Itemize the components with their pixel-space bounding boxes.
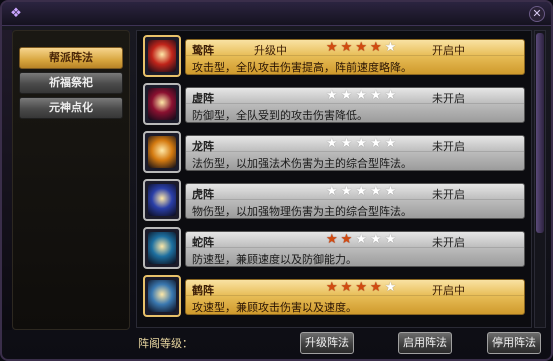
star-icon: ★ <box>369 280 385 295</box>
star-icon: ★ <box>384 184 400 199</box>
formation-name: 虚阵 <box>192 92 214 105</box>
formation-state: 未开启 <box>432 188 465 201</box>
formation-bar[interactable]: 蛇阵 ★★★★★ 未开启 防速型，兼顾速度以及防御能力。 <box>185 231 525 267</box>
disable-formation-button[interactable]: 停用阵法 <box>487 332 541 354</box>
formation-bar[interactable]: 鸷阵 升级中 ★★★★★ 开启中 攻击型，全队攻击伤害提高，阵前速度略降。 <box>185 39 525 75</box>
formation-row[interactable]: 蛇阵 ★★★★★ 未开启 防速型，兼顾速度以及防御能力。 <box>141 227 529 271</box>
star-icon: ★ <box>326 184 341 199</box>
star-rating: ★★★★★ <box>326 185 399 199</box>
demon-icon[interactable] <box>143 83 181 125</box>
fire-bird-icon[interactable] <box>143 35 181 77</box>
formation-row[interactable]: 龙阵 ★★★★★ 未开启 法伤型，以加强法术伤害为主的综合型阵法。 <box>141 131 529 175</box>
star-icon: ★ <box>384 136 400 151</box>
formation-state: 开启中 <box>432 284 465 297</box>
star-icon: ★ <box>340 280 356 295</box>
star-icon: ★ <box>369 88 385 103</box>
formation-emblem <box>148 280 176 312</box>
sidebar-item-spirit[interactable]: 元神点化 <box>19 97 123 119</box>
formation-row[interactable]: 鹤阵 ★★★★★ 开启中 攻速型，兼顾攻击伤害以及速度。 <box>141 275 529 319</box>
formation-name: 鹤阵 <box>192 284 214 297</box>
formation-description: 攻击型，全队攻击伤害提高，阵前速度略降。 <box>192 61 412 74</box>
close-button[interactable]: ✕ <box>529 6 545 22</box>
formation-bar[interactable]: 虚阵 ★★★★★ 未开启 防御型，全队受到的攻击伤害降低。 <box>185 87 525 123</box>
star-icon: ★ <box>355 88 370 103</box>
star-icon: ★ <box>340 136 356 151</box>
formation-description: 防御型，全队受到的攻击伤害降低。 <box>192 109 368 122</box>
scrollbar[interactable] <box>534 30 546 328</box>
formation-level-label: 阵阁等级： <box>138 337 193 350</box>
sidebar-item-prayer[interactable]: 祈福祭祀 <box>19 72 123 94</box>
formation-state: 未开启 <box>432 140 465 153</box>
star-icon: ★ <box>384 40 400 55</box>
star-rating: ★★★★★ <box>326 41 399 55</box>
snake-icon[interactable] <box>143 227 181 269</box>
formation-bar[interactable]: 虎阵 ★★★★★ 未开启 物伤型，以加强物理伤害为主的综合型阵法。 <box>185 183 525 219</box>
star-rating: ★★★★★ <box>326 233 399 247</box>
formation-description: 攻速型，兼顾攻击伤害以及速度。 <box>192 301 357 314</box>
sidebar-item-formation[interactable]: 帮派阵法 <box>19 47 123 69</box>
sidebar: 帮派阵法 祈福祭祀 元神点化 <box>12 30 130 330</box>
left-ornament <box>2 30 12 330</box>
formation-name: 龙阵 <box>192 140 214 153</box>
formation-state: 未开启 <box>432 236 465 249</box>
formation-emblem <box>148 184 176 216</box>
formation-state: 开启中 <box>432 44 465 57</box>
formation-row[interactable]: 虚阵 ★★★★★ 未开启 防御型，全队受到的攻击伤害降低。 <box>141 83 529 127</box>
star-icon: ★ <box>355 136 370 151</box>
formation-progress-label: 升级中 <box>254 44 287 57</box>
formation-row[interactable]: 虎阵 ★★★★★ 未开启 物伤型，以加强物理伤害为主的综合型阵法。 <box>141 179 529 223</box>
formation-emblem <box>148 40 176 72</box>
star-icon: ★ <box>340 88 356 103</box>
formation-description: 法伤型，以加强法术伤害为主的综合型阵法。 <box>192 157 412 170</box>
star-icon: ★ <box>384 280 400 295</box>
formation-row[interactable]: 鸷阵 升级中 ★★★★★ 开启中 攻击型，全队攻击伤害提高，阵前速度略降。 <box>141 35 529 79</box>
formation-description: 防速型，兼顾速度以及防御能力。 <box>192 253 357 266</box>
scrollbar-thumb[interactable] <box>536 33 544 233</box>
star-icon: ★ <box>355 40 370 55</box>
star-icon: ★ <box>326 88 341 103</box>
star-icon: ★ <box>326 280 341 295</box>
star-rating: ★★★★★ <box>326 137 399 151</box>
formation-bar[interactable]: 鹤阵 ★★★★★ 开启中 攻速型，兼顾攻击伤害以及速度。 <box>185 279 525 315</box>
star-rating: ★★★★★ <box>326 281 399 295</box>
formation-name: 虎阵 <box>192 188 214 201</box>
title-bar: ❖ ✕ <box>2 2 551 26</box>
star-icon: ★ <box>340 40 356 55</box>
formation-emblem <box>148 232 176 264</box>
ornament-icon: ❖ <box>10 6 22 21</box>
formation-name: 鸷阵 <box>192 44 214 57</box>
formation-emblem <box>148 136 176 168</box>
crane-icon[interactable] <box>143 275 181 317</box>
tiger-icon[interactable] <box>143 179 181 221</box>
star-icon: ★ <box>369 184 385 199</box>
star-icon: ★ <box>369 232 385 247</box>
star-icon: ★ <box>340 184 356 199</box>
star-icon: ★ <box>326 136 341 151</box>
star-icon: ★ <box>369 136 385 151</box>
formation-description: 物伤型，以加强物理伤害为主的综合型阵法。 <box>192 205 412 218</box>
formation-window: ❖ ✕ 帮派阵法 祈福祭祀 元神点化 鸷阵 升级中 ★★★★★ 开启中 攻击型，全队攻击… <box>0 0 553 361</box>
star-icon: ★ <box>355 280 370 295</box>
star-icon: ★ <box>355 184 370 199</box>
star-icon: ★ <box>369 40 385 55</box>
star-rating: ★★★★★ <box>326 89 399 103</box>
star-icon: ★ <box>384 88 400 103</box>
formation-bar[interactable]: 龙阵 ★★★★★ 未开启 法伤型，以加强法术伤害为主的综合型阵法。 <box>185 135 525 171</box>
formation-state: 未开启 <box>432 92 465 105</box>
star-icon: ★ <box>326 40 341 55</box>
star-icon: ★ <box>340 232 356 247</box>
star-icon: ★ <box>355 232 370 247</box>
star-icon: ★ <box>384 232 400 247</box>
formation-emblem <box>148 88 176 120</box>
formation-name: 蛇阵 <box>192 236 214 249</box>
dragon-icon[interactable] <box>143 131 181 173</box>
formation-list: 鸷阵 升级中 ★★★★★ 开启中 攻击型，全队攻击伤害提高，阵前速度略降。 虚阵 ★★★★★… <box>136 30 532 328</box>
upgrade-formation-button[interactable]: 升级阵法 <box>300 332 354 354</box>
enable-formation-button[interactable]: 启用阵法 <box>398 332 452 354</box>
star-icon: ★ <box>326 232 341 247</box>
